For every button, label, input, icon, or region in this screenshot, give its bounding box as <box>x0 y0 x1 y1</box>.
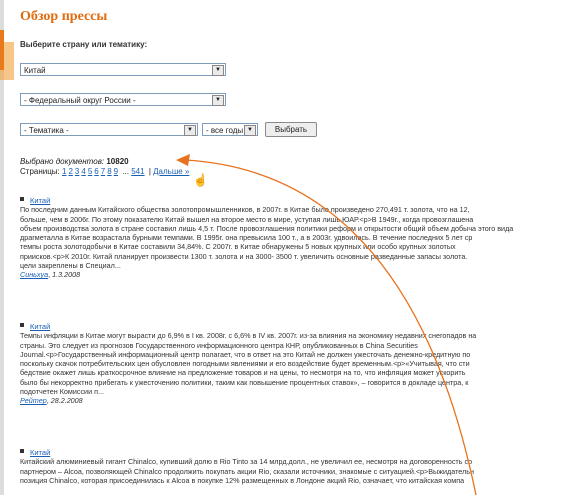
annotation-arrow-line <box>184 159 477 495</box>
annotation-arrow-head <box>176 154 190 166</box>
annotation-arrow <box>176 154 477 495</box>
hand-cursor-icon: ☝ <box>193 173 208 187</box>
